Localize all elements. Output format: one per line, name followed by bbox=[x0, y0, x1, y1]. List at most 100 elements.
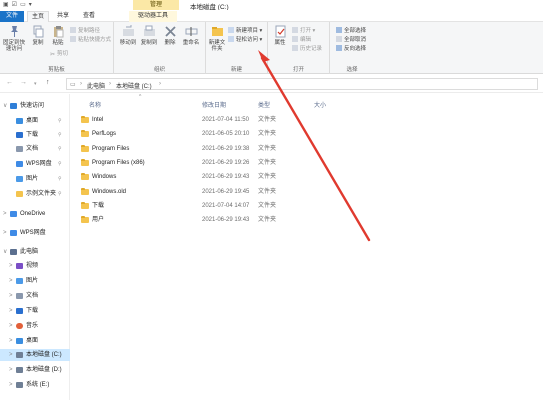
tab-home[interactable]: 主页 bbox=[27, 11, 49, 22]
history-button[interactable]: 历史记录 bbox=[292, 45, 322, 52]
chevron-right-icon[interactable]: > bbox=[9, 305, 13, 317]
file-name: 下载 bbox=[92, 202, 105, 209]
tab-drive-tools[interactable]: 驱动器工具 bbox=[129, 11, 177, 22]
sidebar-item[interactable]: 桌面 ⚲ bbox=[0, 115, 70, 127]
table-row[interactable]: 用户 2021-06-29 19:43 文件夹 bbox=[79, 214, 341, 226]
sidebar-item[interactable]: > WPS网盘 bbox=[0, 227, 70, 239]
file-name: 用户 bbox=[92, 217, 105, 224]
paste-shortcut-button[interactable]: 粘贴快捷方式 bbox=[70, 36, 111, 43]
file-date: 2021-06-05 20:10 bbox=[202, 131, 250, 138]
recent-dropdown-icon[interactable]: ▾ bbox=[34, 81, 37, 87]
table-row[interactable]: Windows 2021-06-29 19:43 文件夹 bbox=[79, 171, 341, 183]
chevron-right-icon[interactable]: > bbox=[9, 260, 13, 272]
copy-button[interactable]: 复制 bbox=[28, 25, 48, 46]
open-button[interactable]: 打开 ▾ bbox=[292, 27, 315, 34]
cut-button[interactable]: ✂ 剪切 bbox=[50, 51, 68, 58]
table-row[interactable]: Program Files (x86) 2021-06-29 19:26 文件夹 bbox=[79, 157, 341, 169]
chevron-down-icon[interactable]: ∨ bbox=[3, 246, 7, 258]
chevron-right-icon[interactable]: > bbox=[9, 335, 13, 347]
select-none-button[interactable]: 全部取消 bbox=[336, 36, 366, 43]
sidebar-item[interactable]: > 视频 bbox=[0, 260, 70, 272]
sidebar-item[interactable]: 下载 ⚲ bbox=[0, 129, 70, 141]
sidebar-item[interactable]: 示例文件夹 ⚲ bbox=[0, 188, 70, 200]
context-tab-manage[interactable]: 管理 bbox=[133, 0, 179, 10]
sidebar-item[interactable]: > 系统 (E:) bbox=[0, 379, 70, 391]
tab-file[interactable]: 文件 bbox=[0, 11, 24, 22]
invert-selection-button[interactable]: 反向选择 bbox=[336, 45, 366, 52]
save-icon[interactable]: ▣ bbox=[3, 1, 9, 8]
checkbox-icon[interactable]: ☑ bbox=[12, 1, 17, 8]
chevron-right-icon[interactable]: > bbox=[9, 379, 13, 391]
folder-icon bbox=[81, 144, 89, 152]
table-row[interactable]: Windows.old 2021-06-29 19:45 文件夹 bbox=[79, 186, 341, 198]
group-new: 新建文件夹 新建项目 ▾ 轻松访问 ▾ 新建 bbox=[206, 22, 268, 74]
move-to-button[interactable]: 移动到 bbox=[118, 25, 138, 46]
ribbon: 固定到快速访问 复制 粘贴 复制路径 粘贴快捷方式 ✂ 剪切 剪贴板 移动到 复制… bbox=[0, 22, 543, 74]
sidebar-item-label: 音乐 bbox=[26, 323, 39, 329]
rename-button[interactable]: 重命名 bbox=[181, 25, 201, 46]
breadcrumb-drive[interactable]: 本地磁盘 (C:) bbox=[116, 81, 152, 90]
sidebar-item[interactable]: 文档 ⚲ bbox=[0, 143, 70, 155]
table-row[interactable]: Program Files 2021-06-29 19:38 文件夹 bbox=[79, 143, 341, 155]
sidebar-item[interactable]: > 桌面 bbox=[0, 335, 70, 347]
pic-icon bbox=[16, 176, 23, 182]
column-header-name[interactable]: 名称 bbox=[89, 100, 101, 109]
pin-icon: ⚲ bbox=[58, 118, 62, 124]
desktop-icon bbox=[16, 338, 23, 344]
sidebar-item[interactable]: > 图片 bbox=[0, 275, 70, 287]
pc-icon bbox=[10, 249, 17, 255]
folder-icon[interactable]: ▭ bbox=[20, 1, 26, 8]
chevron-right-icon[interactable]: > bbox=[3, 227, 7, 239]
sidebar-item[interactable]: ∨ 快速访问 bbox=[0, 100, 70, 112]
sidebar-item[interactable]: WPS网盘 ⚲ bbox=[0, 158, 70, 170]
easy-access-button[interactable]: 轻松访问 ▾ bbox=[228, 36, 262, 43]
column-header-date[interactable]: 修改日期 bbox=[202, 100, 226, 109]
up-arrow-icon[interactable]: ↑ bbox=[46, 79, 50, 86]
sidebar-item[interactable]: ∨ 此电脑 bbox=[0, 246, 70, 258]
copy-path-button[interactable]: 复制路径 bbox=[70, 27, 100, 34]
file-type: 文件夹 bbox=[258, 117, 277, 123]
copy-to-button[interactable]: 复制到 bbox=[139, 25, 159, 46]
pin-icon bbox=[10, 26, 18, 37]
sidebar-item[interactable]: > OneDrive bbox=[0, 208, 70, 220]
table-row[interactable]: 下载 2021-07-04 14:07 文件夹 bbox=[79, 200, 341, 212]
paste-shortcut-label: 粘贴快捷方式 bbox=[78, 37, 112, 43]
tab-share[interactable]: 共享 bbox=[52, 11, 74, 22]
chevron-right-icon[interactable]: > bbox=[9, 290, 13, 302]
new-folder-button[interactable]: 新建文件夹 bbox=[207, 25, 227, 52]
column-header-type[interactable]: 类型 bbox=[258, 100, 270, 109]
sidebar-item[interactable]: > 音乐 bbox=[0, 320, 70, 332]
breadcrumb-this-pc[interactable]: 此电脑 bbox=[87, 81, 105, 90]
tab-view[interactable]: 查看 bbox=[78, 11, 100, 22]
address-bar[interactable]: ▭ › 此电脑 › 本地磁盘 (C:) › bbox=[66, 78, 538, 90]
chevron-right-icon[interactable]: > bbox=[9, 320, 13, 332]
chevron-right-icon[interactable]: > bbox=[9, 364, 13, 376]
new-folder-icon bbox=[211, 27, 223, 36]
sidebar-item[interactable]: > 本地磁盘 (C:) bbox=[0, 349, 70, 361]
paste-button[interactable]: 粘贴 bbox=[48, 25, 68, 46]
table-row[interactable]: PerfLogs 2021-06-05 20:10 文件夹 bbox=[79, 128, 341, 140]
chevron-right-icon[interactable]: > bbox=[9, 275, 13, 287]
new-item-button[interactable]: 新建项目 ▾ bbox=[228, 27, 262, 34]
sidebar-item[interactable]: > 本地磁盘 (D:) bbox=[0, 364, 70, 376]
new-folder-label: 新建文件夹 bbox=[208, 40, 226, 52]
back-arrow-icon[interactable]: ← bbox=[6, 79, 13, 86]
chevron-right-icon[interactable]: > bbox=[3, 208, 7, 220]
chevron-right-icon[interactable]: > bbox=[9, 349, 13, 361]
cut-label: 剪切 bbox=[57, 51, 69, 57]
edit-button[interactable]: 编辑 bbox=[292, 36, 311, 43]
delete-button[interactable]: 删除 bbox=[160, 25, 180, 46]
table-row[interactable]: Intel 2021-07-04 11:50 文件夹 bbox=[79, 114, 341, 126]
sidebar-item[interactable]: 图片 ⚲ bbox=[0, 173, 70, 185]
chevron-down-icon[interactable]: ▾ bbox=[29, 1, 32, 8]
properties-button[interactable]: 属性 bbox=[270, 25, 290, 46]
folder-icon bbox=[81, 116, 89, 123]
pin-quick-access-button[interactable]: 固定到快速访问 bbox=[2, 25, 26, 52]
sidebar-item-label: 图片 bbox=[26, 176, 39, 182]
column-header-size[interactable]: 大小 bbox=[314, 100, 326, 109]
sidebar-item[interactable]: > 文档 bbox=[0, 290, 70, 302]
sidebar-item[interactable]: > 下载 bbox=[0, 305, 70, 317]
chevron-down-icon[interactable]: ∨ bbox=[3, 100, 7, 112]
select-all-button[interactable]: 全部选择 bbox=[336, 27, 366, 34]
forward-arrow-icon[interactable]: → bbox=[20, 79, 27, 86]
